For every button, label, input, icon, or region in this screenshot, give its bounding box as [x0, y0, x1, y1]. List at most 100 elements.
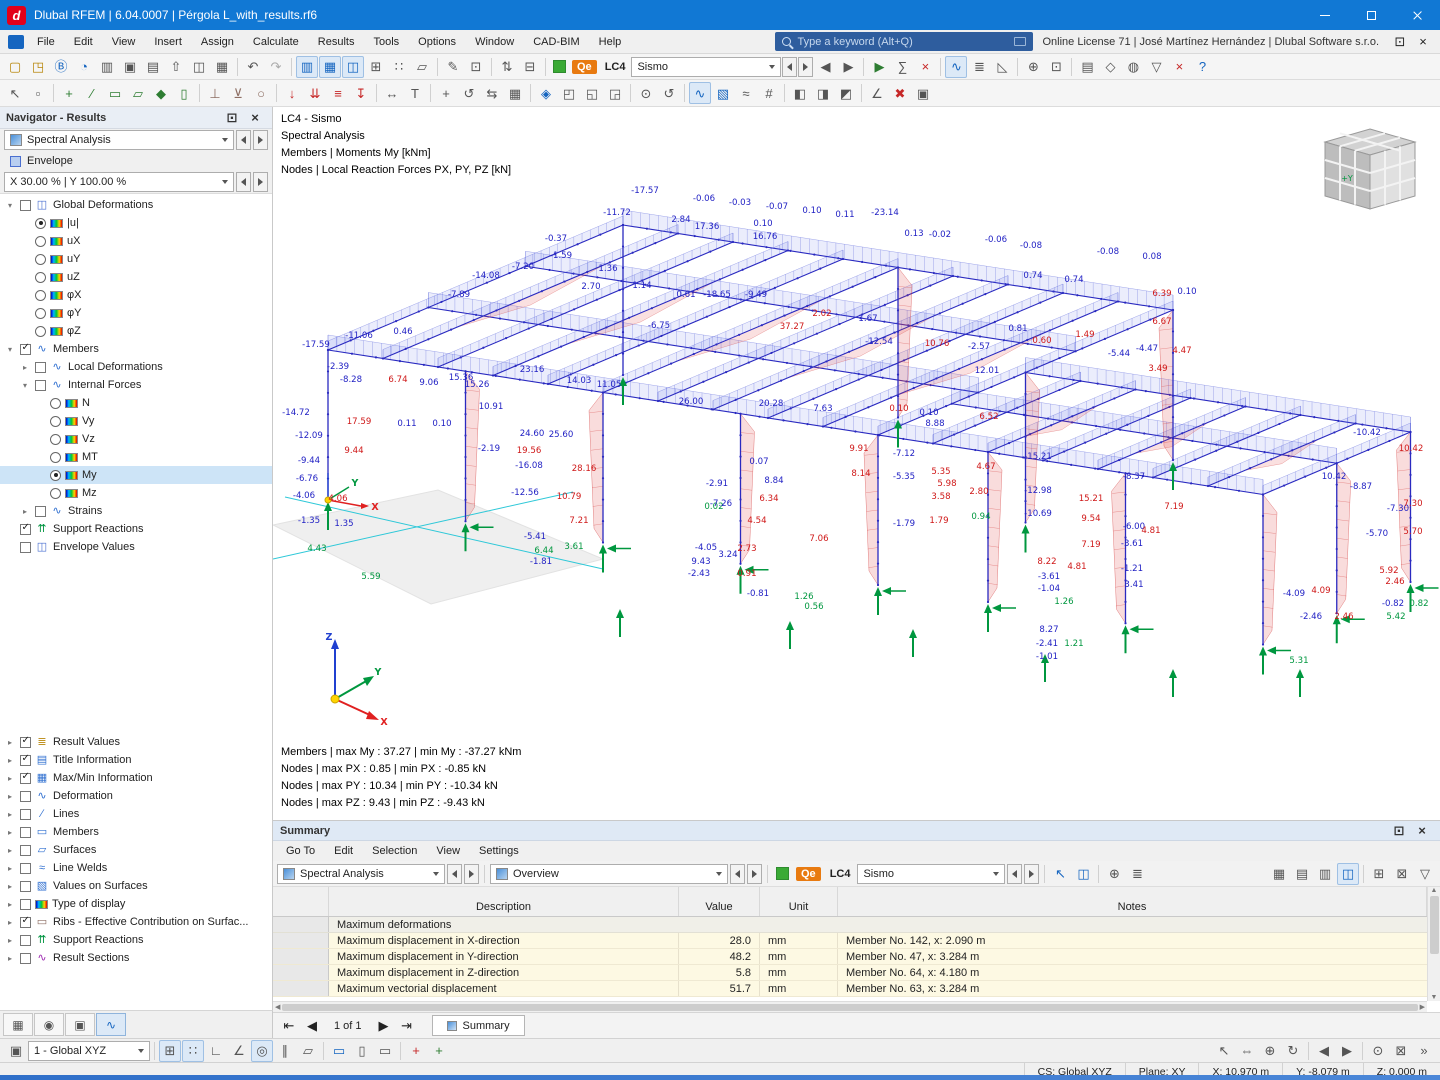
table-grid-icon[interactable]: ⊞ [1368, 863, 1390, 885]
previous-combination-button[interactable] [236, 172, 251, 192]
maximize-button[interactable] [1348, 0, 1394, 30]
loadcase-combo[interactable]: Sismo [631, 57, 781, 77]
option-surfaces[interactable]: ▸▱Surfaces [0, 841, 272, 859]
previous-view-icon[interactable]: ◀ [1313, 1040, 1335, 1062]
expand-icon[interactable]: ▸ [4, 864, 16, 873]
menu-help[interactable]: Help [590, 36, 631, 48]
checkbox[interactable] [20, 737, 31, 748]
radio-button[interactable] [35, 308, 46, 319]
radio-button[interactable] [35, 290, 46, 301]
menu-assign[interactable]: Assign [192, 36, 243, 48]
print-icon[interactable]: ▤ [142, 56, 164, 78]
next-page-icon[interactable]: ▶ [373, 1015, 395, 1037]
result-values-icon[interactable]: ≣ [968, 56, 990, 78]
radio-button[interactable] [35, 218, 46, 229]
navigator-tab-data[interactable]: ▦ [3, 1013, 33, 1036]
workplane-toggle-icon[interactable]: ▱ [297, 1040, 319, 1062]
zoom-previous-icon[interactable]: ↺ [658, 82, 680, 104]
plane-xz-icon[interactable]: ▭ [374, 1040, 396, 1062]
checkbox[interactable] [20, 863, 31, 874]
redo-icon[interactable]: ↷ [265, 56, 287, 78]
transparency-icon[interactable]: ◩ [835, 82, 857, 104]
select-special-icon[interactable]: ⊡ [465, 56, 487, 78]
rotate-icon[interactable]: ↺ [458, 82, 480, 104]
undo-icon[interactable]: ↶ [242, 56, 264, 78]
expand-icon[interactable]: ▸ [19, 507, 31, 516]
next-loadcase-icon[interactable]: ▶ [837, 56, 859, 78]
summary-previous-view-button[interactable] [730, 864, 745, 884]
first-page-icon[interactable]: ⇤ [278, 1015, 300, 1037]
checkbox[interactable] [20, 953, 31, 964]
tree-item-local-deformations[interactable]: ▸∿Local Deformations [0, 358, 272, 376]
radio-button[interactable] [50, 398, 61, 409]
pin-panel-icon[interactable]: ⊡ [221, 107, 243, 129]
user-cs-icon[interactable]: + [428, 1040, 450, 1062]
result-grid-icon[interactable]: # [758, 82, 780, 104]
show-results-icon[interactable]: ∿ [945, 56, 967, 78]
summary-table-row[interactable]: Maximum displacement in X-direction28.0m… [273, 933, 1427, 949]
select-window-icon[interactable]: ▫ [27, 82, 49, 104]
expand-icon[interactable]: ▸ [4, 846, 16, 855]
nodal-load-icon[interactable]: ↓ [281, 82, 303, 104]
checkbox[interactable] [20, 809, 31, 820]
more-icon[interactable]: » [1413, 1040, 1435, 1062]
checkbox[interactable] [20, 755, 31, 766]
next-analysis-button[interactable] [253, 130, 268, 150]
bluebeam-icon[interactable]: Ⓑ [50, 56, 72, 78]
radio-button[interactable] [35, 254, 46, 265]
area-load-icon[interactable]: ≡ [327, 82, 349, 104]
move-icon[interactable]: + [435, 82, 457, 104]
values-display-icon[interactable]: ≣ [1126, 863, 1148, 885]
model-3d-view[interactable]: XYZXY+Y-17.57-11.72-0.06-0.03-0.070.100.… [273, 107, 1440, 820]
checkbox[interactable] [20, 344, 31, 355]
camera-icon[interactable]: ▣ [912, 82, 934, 104]
summary-previous-analysis-button[interactable] [447, 864, 462, 884]
dimension-icon[interactable]: ↔ [381, 82, 403, 104]
zoom-in-icon[interactable]: ⊕ [1022, 56, 1044, 78]
expand-icon[interactable]: ▸ [19, 363, 31, 372]
close-panel-icon[interactable]: × [244, 107, 266, 129]
summary-vertical-scrollbar[interactable]: ▲ ▼ [1427, 887, 1440, 1001]
link-graphic-icon[interactable]: ◫ [1072, 863, 1094, 885]
filter-table-icon[interactable]: ▽ [1414, 863, 1436, 885]
load-levels-icon[interactable]: ⇅ [496, 56, 518, 78]
scroll-left-icon[interactable]: ◀ [275, 1003, 280, 1011]
menu-view[interactable]: View [103, 36, 145, 48]
expand-icon[interactable]: ▸ [4, 792, 16, 801]
summary-next-loadcase-button[interactable] [1024, 864, 1039, 884]
new-model-icon[interactable]: ▢ [4, 56, 26, 78]
pan-mode-icon[interactable]: ⇔ [1236, 1040, 1258, 1062]
table-settings-icon[interactable]: ▦ [1268, 863, 1290, 885]
object-snap-toggle-icon[interactable]: ◎ [251, 1040, 273, 1062]
expand-icon[interactable]: ▸ [4, 828, 16, 837]
rendering-icon[interactable]: ◧ [789, 82, 811, 104]
rotate-mode-icon[interactable]: ↻ [1282, 1040, 1304, 1062]
menu-edit[interactable]: Edit [65, 36, 102, 48]
sync-selection-icon[interactable]: ↖ [1049, 863, 1071, 885]
radio-button[interactable] [50, 488, 61, 499]
collapse-icon[interactable]: ▾ [4, 201, 16, 210]
mirror-icon[interactable]: ⇆ [481, 82, 503, 104]
header-description[interactable]: Description [329, 887, 679, 916]
tree-item-mz[interactable]: Mz [0, 484, 272, 502]
tree-item-uy[interactable]: uY [0, 250, 272, 268]
tree-item-support-reactions[interactable]: ⇈Support Reactions [0, 520, 272, 538]
option-ribs-effective-contribution-on-surfac[interactable]: ▸▭Ribs - Effective Contribution on Surfa… [0, 913, 272, 931]
summary-analysis-combo[interactable]: Spectral Analysis [277, 864, 445, 884]
view-z-icon[interactable]: ◲ [604, 82, 626, 104]
copy-icon[interactable]: ◫ [188, 56, 210, 78]
stories-icon[interactable]: ⊟ [519, 56, 541, 78]
option-title-information[interactable]: ▸▤Title Information [0, 751, 272, 769]
line-icon[interactable]: ∕ [81, 82, 103, 104]
model-viewport[interactable]: XYZXY+Y-17.57-11.72-0.06-0.03-0.070.100.… [273, 107, 1440, 820]
result-diagrams-icon[interactable]: ◺ [991, 56, 1013, 78]
option-lines[interactable]: ▸∕Lines [0, 805, 272, 823]
member-icon[interactable]: ▭ [104, 82, 126, 104]
app-menu-icon[interactable] [8, 35, 24, 49]
summary-menu-edit[interactable]: Edit [325, 845, 362, 857]
tree-item-y[interactable]: φY [0, 304, 272, 322]
tree-item-global-deformations[interactable]: ▾◫Global Deformations [0, 196, 272, 214]
expand-icon[interactable]: ▸ [4, 738, 16, 747]
scroll-down-icon[interactable]: ▼ [1431, 994, 1438, 1001]
ortho-toggle-icon[interactable]: ∟ [205, 1040, 227, 1062]
